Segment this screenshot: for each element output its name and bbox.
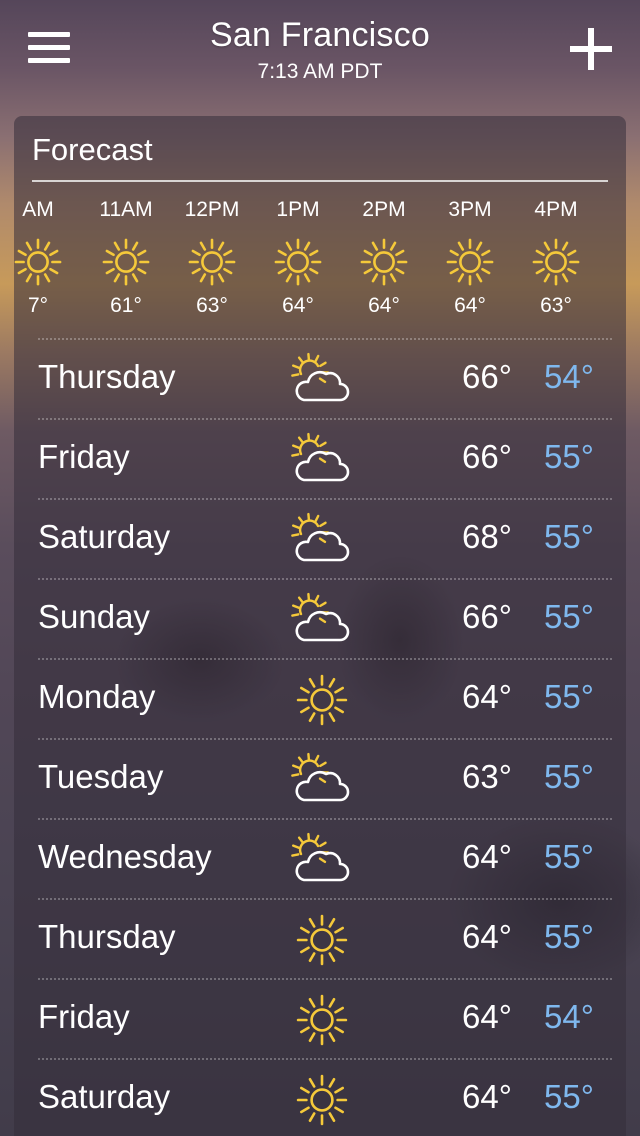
hour-temp: 7° [27, 294, 49, 317]
day-name: Monday [38, 678, 156, 715]
high-temp: 64° [462, 998, 512, 1035]
hour-temp: 64° [454, 294, 486, 317]
hour-label: 1PM [276, 198, 320, 221]
hour-label: 2PM [362, 198, 406, 221]
hour-label: 11AM [99, 198, 153, 221]
sun-icon [290, 992, 350, 1048]
hourly-item: AM 7° [14, 198, 78, 318]
low-temp: 54° [544, 998, 594, 1035]
hourly-item: 2PM 64° [344, 198, 424, 318]
partly-cloudy-icon [290, 752, 350, 808]
daily-forecast-row: Friday 64° 54° [38, 978, 612, 1058]
high-temp: 64° [462, 678, 512, 715]
forecast-title: Forecast [32, 132, 153, 167]
day-name: Friday [38, 998, 130, 1035]
day-name: Tuesday [38, 758, 164, 795]
partly-cloudy-icon [290, 352, 350, 408]
hourly-item: 4PM 63° [516, 198, 596, 318]
daily-forecast-row: Sunday 66° 55° [38, 578, 612, 658]
hourly-item: 11AM 61° [86, 198, 166, 318]
low-temp: 55° [544, 438, 594, 475]
hourly-item: 12PM 63° [172, 198, 252, 318]
high-temp: 66° [462, 358, 512, 395]
high-temp: 68° [462, 518, 512, 555]
sun-icon [360, 238, 408, 286]
partly-cloudy-icon [290, 592, 350, 648]
hourly-item: 1PM 64° [258, 198, 338, 318]
sun-icon [446, 238, 494, 286]
day-name: Thursday [38, 918, 176, 955]
daily-forecast-row: Thursday 66° 54° [38, 338, 612, 418]
hour-temp: 64° [368, 294, 400, 317]
forecast-card: Forecast AM 7° 11AM 61° 12PM 63° 1PM 64°… [14, 116, 626, 1136]
sun-icon [290, 1072, 350, 1128]
daily-forecast-row: Friday 66° 55° [38, 418, 612, 498]
high-temp: 63° [462, 758, 512, 795]
low-temp: 55° [544, 758, 594, 795]
sun-icon [188, 238, 236, 286]
partly-cloudy-icon [290, 512, 350, 568]
hour-temp: 63° [196, 294, 228, 317]
day-name: Wednesday [38, 838, 212, 875]
hour-label: AM [22, 198, 54, 221]
hour-temp: 61° [110, 294, 142, 317]
high-temp: 66° [462, 438, 512, 475]
low-temp: 55° [544, 838, 594, 875]
day-name: Sunday [38, 598, 150, 635]
hour-temp: 64° [282, 294, 314, 317]
hour-temp: 63° [540, 294, 572, 317]
sun-icon [290, 672, 350, 728]
partly-cloudy-icon [290, 432, 350, 488]
sun-icon [290, 912, 350, 968]
low-temp: 55° [544, 1078, 594, 1115]
low-temp: 55° [544, 598, 594, 635]
partly-cloudy-icon [290, 832, 350, 888]
hour-label: 12PM [184, 198, 240, 221]
daily-forecast-row: Tuesday 63° 55° [38, 738, 612, 818]
day-name: Saturday [38, 518, 171, 555]
high-temp: 64° [462, 1078, 512, 1115]
high-temp: 64° [462, 838, 512, 875]
sun-icon [532, 238, 580, 286]
low-temp: 55° [544, 518, 594, 555]
sun-icon [102, 238, 150, 286]
hourly-item: 3PM 64° [430, 198, 510, 318]
high-temp: 64° [462, 918, 512, 955]
daily-forecast-row: Wednesday 64° 55° [38, 818, 612, 898]
daily-forecast-list: Thursday 66° 54° Friday 66° 55° Saturday… [14, 338, 626, 1136]
daily-forecast-row: Thursday 64° 55° [38, 898, 612, 978]
local-time: 7:13 AM PDT [257, 60, 383, 83]
forecast-divider [32, 180, 608, 182]
low-temp: 55° [544, 918, 594, 955]
sun-icon [274, 238, 322, 286]
header: San Francisco 7:13 AM PDT [0, 0, 640, 100]
daily-forecast-row: Monday 64° 55° [38, 658, 612, 738]
hourly-forecast-strip[interactable]: AM 7° 11AM 61° 12PM 63° 1PM 64° 2PM 64° … [14, 198, 626, 328]
day-name: Friday [38, 438, 130, 475]
add-location-plus-icon[interactable] [570, 28, 612, 70]
hour-label: 4PM [534, 198, 578, 221]
daily-forecast-row: Saturday 68° 55° [38, 498, 612, 578]
day-name: Thursday [38, 358, 176, 395]
city-name[interactable]: San Francisco [0, 16, 640, 55]
low-temp: 54° [544, 358, 594, 395]
daily-forecast-row: Saturday 64° 55° [38, 1058, 612, 1136]
day-name: Saturday [38, 1078, 171, 1115]
low-temp: 55° [544, 678, 594, 715]
high-temp: 66° [462, 598, 512, 635]
sun-icon [14, 238, 62, 286]
hour-label: 3PM [448, 198, 492, 221]
